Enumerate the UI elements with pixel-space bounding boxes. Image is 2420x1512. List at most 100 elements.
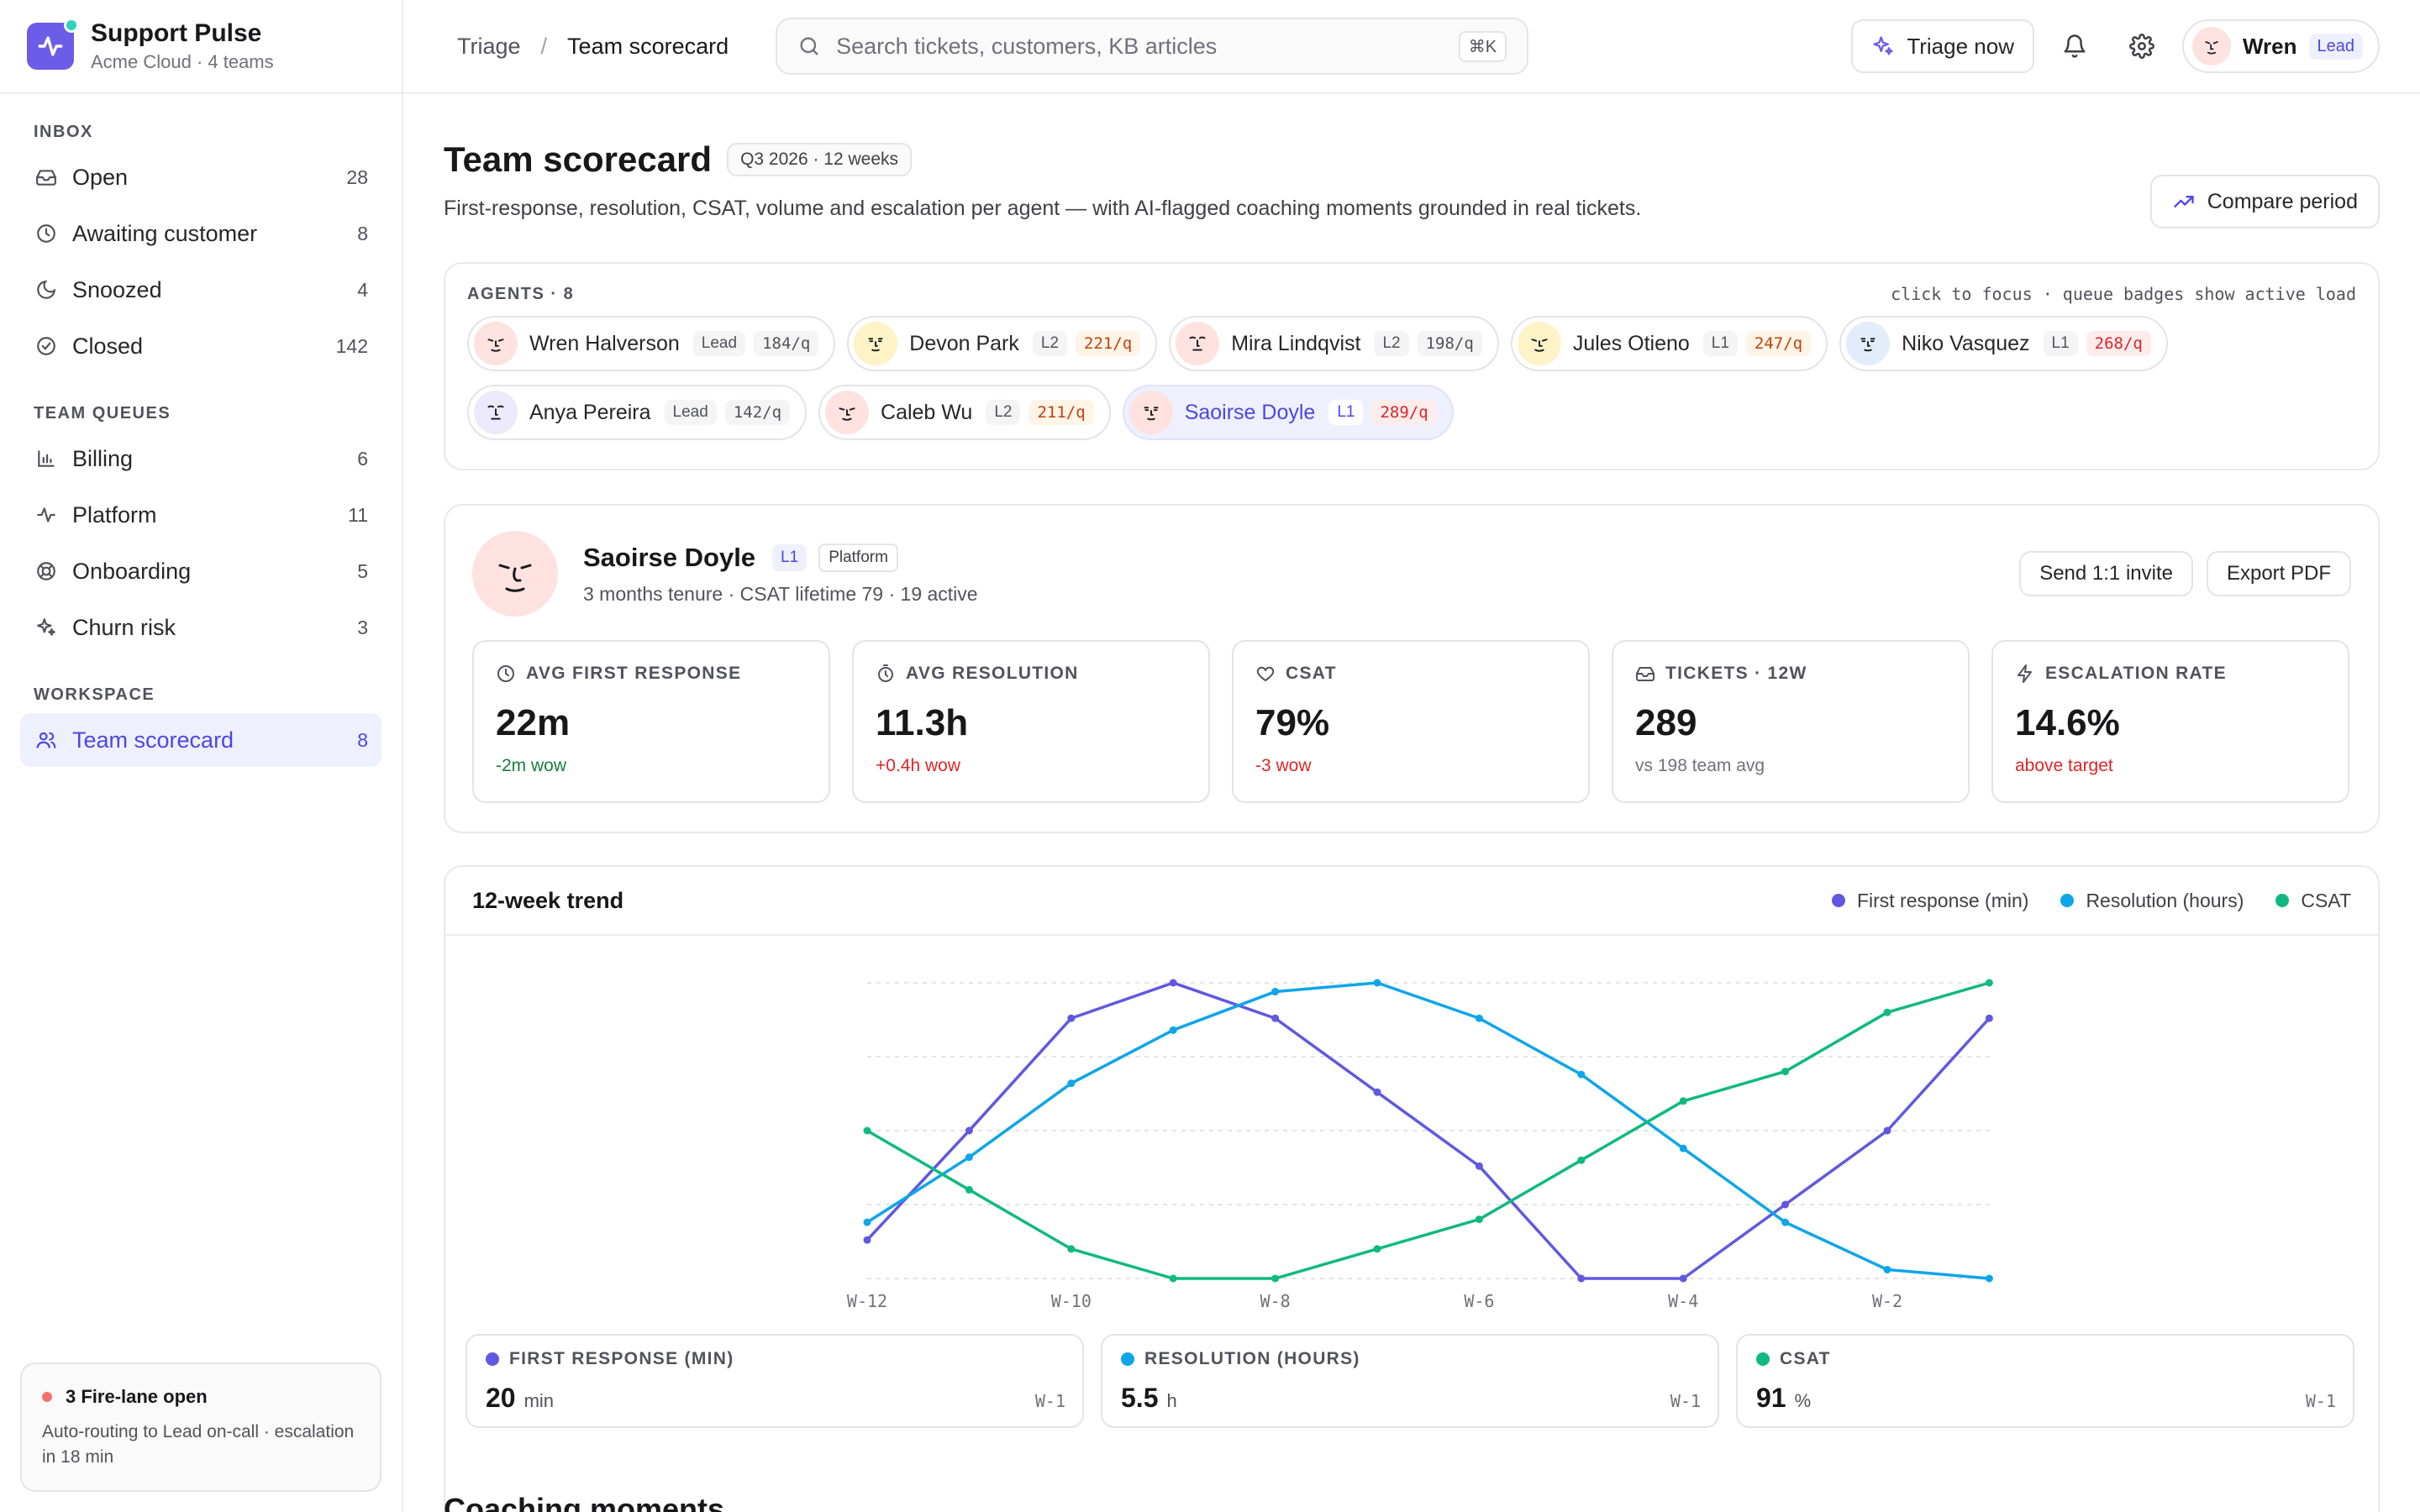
data-point[interactable]: [1781, 1068, 1790, 1076]
agent-chip-level: L1: [1328, 400, 1364, 425]
metric-delta: -3 wow: [1255, 756, 1312, 775]
search-placeholder: Search tickets, customers, KB articles: [836, 33, 1218, 59]
data-point[interactable]: [1271, 1274, 1280, 1283]
agent-chip-name: Devon Park: [909, 331, 1019, 355]
agent-chip[interactable]: Wren Halverson Lead 184/q: [467, 316, 836, 371]
data-point[interactable]: [863, 1236, 871, 1244]
metric-label: AVG FIRST RESPONSE: [526, 664, 742, 683]
triage-now-button[interactable]: Triage now: [1851, 19, 2034, 73]
x-tick-label: W-12: [847, 1291, 887, 1311]
data-point[interactable]: [863, 1218, 871, 1226]
agent-chip-load: 289/q: [1371, 400, 1437, 425]
x-tick-label: W-8: [1260, 1291, 1291, 1311]
data-point[interactable]: [1271, 1014, 1280, 1022]
metric-card-resolution: AVG RESOLUTION 11.3h +0.4h wow: [852, 640, 1210, 803]
legend-item-csat[interactable]: CSAT: [2275, 890, 2351, 912]
agent-chip[interactable]: Caleb Wu L2 211/q: [818, 385, 1111, 440]
sidebar-item-count: 6: [357, 447, 368, 470]
data-point[interactable]: [1679, 1274, 1687, 1283]
user-menu[interactable]: Wren Lead: [2181, 19, 2380, 73]
data-point[interactable]: [1169, 1274, 1177, 1283]
sidebar-item-closed[interactable]: Closed 142: [20, 319, 381, 373]
sidebar-item-count: 4: [357, 278, 368, 301]
nav-inbox: INBOX Open 28 Awaiting customer 8 Snooze…: [0, 94, 402, 373]
sidebar-item-label: Platform: [72, 501, 157, 528]
data-point[interactable]: [1373, 979, 1381, 987]
sidebar-item-snoozed[interactable]: Snoozed 4: [20, 263, 381, 317]
sidebar-item-team-scorecard[interactable]: Team scorecard 8: [20, 713, 381, 767]
breadcrumb-triage[interactable]: Triage: [457, 34, 521, 60]
agent-chip[interactable]: Devon Park L2 221/q: [847, 316, 1158, 371]
breadcrumb: Triage / Team scorecard: [457, 34, 729, 60]
sidebar-item-label: Churn risk: [72, 614, 176, 640]
data-point[interactable]: [1475, 1162, 1483, 1170]
sidebar-item-count: 11: [348, 503, 368, 526]
data-point[interactable]: [1169, 1026, 1177, 1034]
legend-item-resolution[interactable]: Resolution (hours): [2060, 890, 2244, 912]
summary-unit: %: [1794, 1390, 1812, 1411]
summary-week: W-1: [1034, 1391, 1065, 1411]
data-point[interactable]: [965, 1126, 973, 1135]
agent-detail-panel: Saoirse Doyle L1 Platform 3 months tenur…: [444, 504, 2380, 833]
data-point[interactable]: [1577, 1070, 1586, 1079]
data-point[interactable]: [1271, 988, 1280, 996]
data-point[interactable]: [1373, 1245, 1381, 1253]
data-point[interactable]: [1883, 1265, 1891, 1273]
notifications-button[interactable]: [2048, 19, 2102, 73]
data-point[interactable]: [1475, 1014, 1483, 1022]
legend-label: CSAT: [2301, 889, 2351, 911]
agent-chip-level: Lead: [664, 400, 717, 425]
sidebar-item-open[interactable]: Open 28: [20, 150, 381, 204]
sidebar-item-platform[interactable]: Platform 11: [20, 488, 381, 542]
export-pdf-button[interactable]: Export PDF: [2206, 551, 2351, 596]
data-point[interactable]: [1067, 1014, 1076, 1022]
agent-chip[interactable]: Jules Otieno L1 247/q: [1510, 316, 1828, 371]
agent-chip[interactable]: Niko Vasquez L1 268/q: [1839, 316, 2168, 371]
data-point[interactable]: [1373, 1088, 1381, 1096]
agent-chip[interactable]: Saoirse Doyle L1 289/q: [1122, 385, 1454, 440]
trend-title: 12-week trend: [472, 887, 624, 913]
search-input[interactable]: Search tickets, customers, KB articles ⌘…: [776, 18, 1529, 75]
agent-chip[interactable]: Anya Pereira Lead 142/q: [467, 385, 808, 440]
sidebar-item-billing[interactable]: Billing 6: [20, 432, 381, 486]
data-point[interactable]: [965, 1153, 973, 1162]
sidebar-item-count: 28: [346, 165, 368, 188]
sidebar-item-onboarding[interactable]: Onboarding 5: [20, 544, 381, 598]
legend-swatch: [1831, 894, 1845, 907]
data-point[interactable]: [863, 1126, 871, 1135]
data-point[interactable]: [1475, 1215, 1483, 1224]
agent-chip[interactable]: Mira Lindqvist L2 198/q: [1169, 316, 1499, 371]
inbox-icon: [34, 165, 59, 190]
data-point[interactable]: [1679, 1097, 1687, 1105]
data-point[interactable]: [1067, 1245, 1076, 1253]
fire-lane-alert[interactable]: 3 Fire-lane open Auto-routing to Lead on…: [20, 1362, 381, 1492]
brand[interactable]: Support Pulse Acme Cloud · 4 teams: [0, 0, 402, 94]
agent-chip-load: 221/q: [1076, 331, 1141, 356]
topbar: Triage / Team scorecard Search tickets, …: [403, 0, 2420, 94]
data-point[interactable]: [1781, 1218, 1790, 1226]
x-tick-label: W-2: [1872, 1291, 1902, 1311]
data-point[interactable]: [1883, 1126, 1891, 1135]
agent-chip-level: L1: [2043, 331, 2078, 356]
sidebar-item-label: Snoozed: [72, 276, 162, 302]
data-point[interactable]: [1169, 979, 1177, 987]
data-point[interactable]: [1781, 1200, 1790, 1209]
legend-item-first-response[interactable]: First response (min): [1831, 890, 2028, 912]
settings-button[interactable]: [2115, 19, 2169, 73]
sidebar-item-awaiting-customer[interactable]: Awaiting customer 8: [20, 207, 381, 260]
data-point[interactable]: [1067, 1079, 1076, 1088]
data-point[interactable]: [1577, 1156, 1586, 1164]
metric-value: 22m: [496, 702, 571, 743]
sidebar-item-churn-risk[interactable]: Churn risk 3: [20, 601, 381, 654]
send-invite-button[interactable]: Send 1:1 invite: [2019, 551, 2193, 596]
clock-icon: [497, 665, 514, 682]
data-point[interactable]: [1985, 1014, 1993, 1022]
data-point[interactable]: [1577, 1274, 1586, 1283]
data-point[interactable]: [1985, 1274, 1993, 1283]
alert-dot: [42, 1392, 52, 1402]
data-point[interactable]: [965, 1185, 973, 1194]
data-point[interactable]: [1883, 1008, 1891, 1016]
compare-period-button[interactable]: Compare period: [2149, 175, 2380, 228]
data-point[interactable]: [1679, 1144, 1687, 1152]
data-point[interactable]: [1985, 979, 1993, 987]
